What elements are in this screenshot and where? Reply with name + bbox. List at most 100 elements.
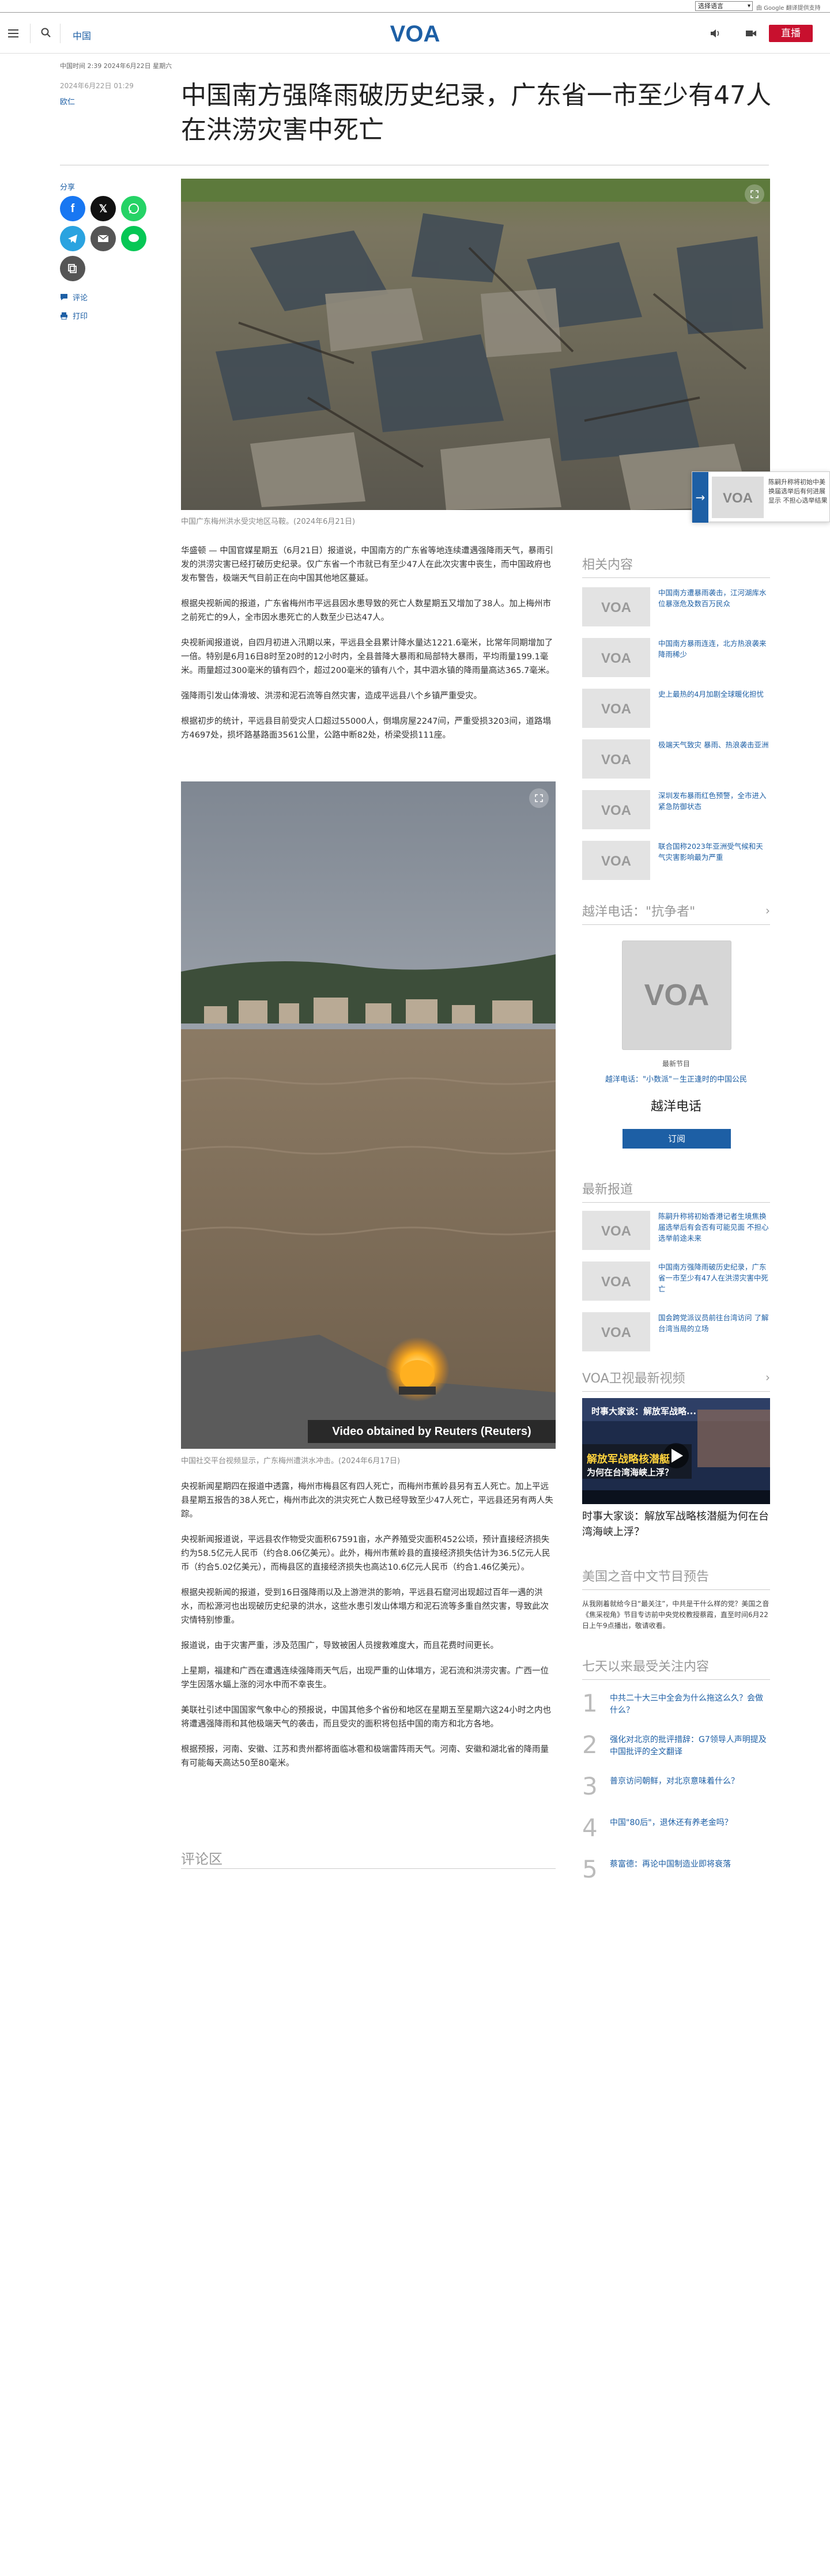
svg-text:VOA: VOA bbox=[723, 490, 753, 506]
svg-text:VOA: VOA bbox=[601, 701, 631, 717]
voa-logo-thumbnail: VOA bbox=[582, 1211, 650, 1250]
email-icon bbox=[97, 235, 109, 242]
print-link[interactable]: 打印 bbox=[60, 310, 88, 321]
live-button[interactable]: 直播 bbox=[769, 25, 813, 42]
popular-rank: 2 bbox=[582, 1731, 598, 1759]
x-icon: 𝕏 bbox=[99, 202, 108, 214]
popular-title: 中国"80后"，退休还有养老金吗？ bbox=[610, 1818, 733, 1827]
print-label: 打印 bbox=[73, 312, 88, 321]
chevron-right-icon: › bbox=[765, 1370, 770, 1384]
article-date: 2024年6月22日 01:29 bbox=[60, 82, 134, 90]
svg-text:VOA: VOA bbox=[601, 1223, 631, 1239]
related-item[interactable]: VOA 中国南方暴雨连连，北方热浪袭来降雨稀少 bbox=[582, 638, 770, 689]
voa-logo-thumbnail: VOA bbox=[582, 841, 650, 880]
podcast-episode-link[interactable]: 越洋电话："小数派"－生正逢时的中国公民 bbox=[582, 1073, 770, 1084]
article-author[interactable]: 欧仁 bbox=[60, 96, 75, 107]
popular-item[interactable]: 3 普京访问朝鲜，对北京意味着什么？ bbox=[582, 1773, 770, 1815]
popular-title: 蔡富德：再论中国制造业即将衰落 bbox=[610, 1860, 731, 1869]
line-share-button[interactable] bbox=[121, 226, 146, 251]
related-item-title: 联合国称2023年亚洲受气候和天气灾害影响最为严重 bbox=[658, 842, 763, 862]
popular-heading: 七天以来最受关注内容 bbox=[582, 1656, 770, 1680]
video-caption: 中国社交平台视频显示，广东梅州遭洪水冲击。(2024年6月17日) bbox=[181, 1457, 401, 1465]
popular-rank: 4 bbox=[582, 1814, 598, 1842]
expand-icon[interactable] bbox=[529, 788, 549, 808]
copy-icon bbox=[68, 264, 77, 273]
popular-item[interactable]: 4 中国"80后"，退休还有养老金吗？ bbox=[582, 1815, 770, 1856]
audio-icon[interactable] bbox=[709, 27, 722, 40]
hero-image bbox=[181, 179, 770, 510]
flood-debris-photo bbox=[181, 179, 770, 510]
flood-video-frame bbox=[181, 781, 556, 1449]
menu-icon[interactable] bbox=[6, 26, 21, 41]
popular-title: 强化对北京的批评措辞：G7领导人声明提及中国批评的全文翻译 bbox=[610, 1735, 767, 1757]
svg-text:VOA: VOA bbox=[601, 1274, 631, 1290]
related-item[interactable]: VOA 极端天气致灾 暴雨、热浪袭击亚洲 bbox=[582, 739, 770, 790]
promo-text: 陈嗣升称将初始中美换届选举后有何进展显示 不担心选举结果 bbox=[768, 478, 828, 504]
popular-item[interactable]: 5 蔡富德：再论中国制造业即将衰落 bbox=[582, 1856, 770, 1898]
article-paragraph: 华盛顿 — 中国官媒星期五（6月21日）报道说，中国南方的广东省等地连续遭遇强降… bbox=[181, 546, 553, 583]
voa-logo-thumbnail: VOA bbox=[582, 1261, 650, 1301]
podcast-heading[interactable]: 越洋电话："抗争者" › bbox=[582, 901, 770, 925]
header-divider bbox=[30, 24, 31, 43]
latest-item-title: 国会跨党派议员前往台湾访问 了解台湾当局的立场 bbox=[658, 1313, 769, 1333]
facebook-icon: f bbox=[70, 202, 75, 215]
comments-divider bbox=[181, 1868, 556, 1869]
video-title-link[interactable]: 时事大家谈：解放军战略核潜艇为何在台湾海峡上浮？ bbox=[582, 1509, 770, 1540]
language-select[interactable]: 选择语言 bbox=[695, 1, 753, 11]
video-thumb-subtitle-2: 为何在台湾海峡上浮？ bbox=[587, 1467, 674, 1478]
podcast-cover[interactable]: VOA bbox=[622, 941, 731, 1049]
article-paragraph: 根据央视新闻的报道，受到16日强降雨以及上游泄洪的影响，平远县石窟河出现超过百年… bbox=[181, 1588, 549, 1625]
telegram-share-button[interactable] bbox=[60, 226, 85, 251]
comment-icon bbox=[61, 293, 67, 300]
podcast-name: 越洋电话 bbox=[650, 1100, 701, 1114]
popular-rank: 5 bbox=[582, 1855, 598, 1883]
translate-bar: 选择语言 由 Google 翻译提供支持 bbox=[0, 0, 830, 13]
video-section-heading[interactable]: VOA卫视最新视频 › bbox=[582, 1368, 770, 1392]
comment-link[interactable]: 评论 bbox=[60, 292, 88, 303]
copy-link-button[interactable] bbox=[60, 256, 85, 281]
voa-logo[interactable]: VOA bbox=[386, 21, 444, 46]
telegram-icon bbox=[68, 235, 77, 243]
search-icon[interactable] bbox=[40, 27, 52, 39]
svg-text:VOA: VOA bbox=[601, 853, 631, 869]
svg-text:VOA: VOA bbox=[644, 979, 710, 1012]
related-item-title: 极端天气致灾 暴雨、热浪袭击亚洲 bbox=[658, 741, 769, 749]
related-item[interactable]: VOA 深圳发布暴雨红色预警，全市进入紧急防御状态 bbox=[582, 790, 770, 841]
print-icon bbox=[61, 312, 67, 319]
section-link-china[interactable]: 中国 bbox=[73, 28, 91, 42]
article-paragraph: 根据初步的统计，平远县目前受灾人口超过55000人，倒塌房屋2247间，严重受损… bbox=[181, 717, 551, 740]
program-preview-section: 美国之音中文节目预告 bbox=[582, 1566, 770, 1590]
popular-rank: 3 bbox=[582, 1772, 598, 1800]
whatsapp-share-button[interactable] bbox=[121, 196, 146, 221]
translate-powered-by: 由 Google 翻译提供支持 bbox=[756, 5, 821, 12]
voa-tv-video-player[interactable]: 时事大家谈：解放军战略... 解放军战略核潜艇 为何在台湾海峡上浮？ bbox=[582, 1398, 770, 1504]
x-share-button[interactable]: 𝕏 bbox=[90, 196, 116, 221]
floating-promo[interactable]: → VOA 陈嗣升称将初始中美换届选举后有何进展显示 不担心选举结果 bbox=[692, 471, 830, 523]
facebook-share-button[interactable]: f bbox=[60, 196, 85, 221]
related-item[interactable]: VOA 史上最热的4月加剧全球暖化担忧 bbox=[582, 689, 770, 739]
related-item-title: 史上最热的4月加剧全球暖化担忧 bbox=[658, 690, 764, 698]
popular-item[interactable]: 2 强化对北京的批评措辞：G7领导人声明提及中国批评的全文翻译 bbox=[582, 1732, 770, 1773]
voa-logo-cover: VOA bbox=[644, 979, 710, 1012]
promo-arrow-icon[interactable]: → bbox=[692, 472, 708, 523]
article-paragraph: 强降雨引发山体滑坡、洪涝和泥石流等自然灾害，造成平远县八个乡镇严重受灾。 bbox=[181, 692, 482, 701]
related-item[interactable]: VOA 联合国称2023年亚洲受气候和天气灾害影响最为严重 bbox=[582, 841, 770, 892]
latest-item[interactable]: VOA 国会跨党派议员前往台湾访问 了解台湾当局的立场 bbox=[582, 1312, 770, 1363]
latest-item-title: 陈嗣升称将初始香港记者生境焦换届选举后有会否有可能见面 不担心选举前途未来 bbox=[658, 1212, 769, 1242]
voa-logo-thumbnail: VOA bbox=[582, 587, 650, 626]
latest-heading: 最新报道 bbox=[582, 1179, 770, 1203]
embedded-video[interactable]: Video obtained by Reuters (Reuters) bbox=[181, 781, 556, 1449]
latest-item[interactable]: VOA 陈嗣升称将初始香港记者生境焦换届选举后有会否有可能见面 不担心选举前途未来 bbox=[582, 1211, 770, 1261]
expand-icon[interactable] bbox=[745, 184, 764, 204]
article-paragraph: 央视新闻报道说，自四月初进入汛期以来，平远县全县累计降水量达1221.6毫米，比… bbox=[181, 639, 554, 675]
latest-item[interactable]: VOA 中国南方强降雨破历史纪录，广东省一市至少有47人在洪涝灾害中死亡 bbox=[582, 1261, 770, 1312]
voa-logo-thumbnail: VOA bbox=[582, 790, 650, 829]
voa-tv-video-section: VOA卫视最新视频 › bbox=[582, 1368, 770, 1392]
popular-item[interactable]: 1 中共二十大三中全会为什么拖这么久？会做什么？ bbox=[582, 1690, 770, 1732]
related-item[interactable]: VOA 中国南方遭暴雨袭击，江河湖库水位暴涨危及数百万民众 bbox=[582, 587, 770, 638]
video-icon[interactable] bbox=[745, 27, 757, 40]
article-paragraph: 央视新闻报道说，平远县农作物受灾面积67591亩，水产养殖受灾面积452公顷，预… bbox=[181, 1535, 550, 1572]
email-share-button[interactable] bbox=[90, 226, 116, 251]
video-thumb-title: 时事大家谈：解放军战略... bbox=[591, 1406, 697, 1417]
subscribe-button[interactable]: 订阅 bbox=[622, 1129, 731, 1149]
